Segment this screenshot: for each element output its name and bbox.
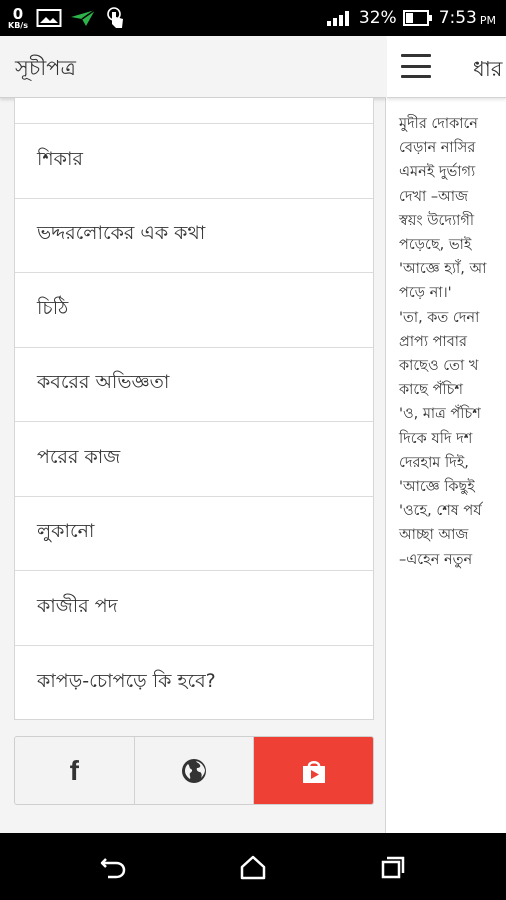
facebook-button[interactable]: f [15,737,135,804]
drawer-header: সূচীপত্র [0,36,386,98]
reader-line: বেড়ান নাসির [399,140,476,157]
reader-line: –এহেন নতুন [399,551,473,568]
recents-button[interactable] [377,851,409,883]
reader-line: দিকে যদি দশ [399,430,473,447]
reader-line: কাছে পঁচিশ [399,382,463,399]
reader-toolbar: ধার [387,36,506,98]
clock-time: 7:53 [438,8,477,28]
status-bar: 0 KB/s 32% 7:53 PM [0,0,506,36]
reader-line: 'আজ্ঞে হ্যাঁ, আ [399,261,487,278]
reader-line: স্বয়ং উদ্যোগী [399,212,475,229]
battery-percent: 32% [358,8,397,28]
toc-item[interactable]: কবরের অভিজ্ঞতা [15,348,373,422]
reader-line: 'ওহে, শেষ পর্য [399,503,482,520]
clock-ampm: PM [479,14,496,27]
drawer-title: সূচীপত্র [15,56,76,80]
reader-title: ধার [473,57,503,81]
touch-icon [107,7,123,28]
signal-icon [326,11,349,26]
reader-line: 'আজ্ঞে কিছুই [399,479,475,496]
image-icon [36,9,62,27]
store-button[interactable] [254,737,373,804]
home-icon [240,855,266,880]
toc-item[interactable]: শিকার [15,124,373,199]
toc-item-partial[interactable] [15,98,373,124]
facebook-icon: f [69,754,79,786]
reader-line: দেরহাম দিই, [399,454,469,471]
reader-line: প্রাপ্য পাবার [399,333,467,350]
network-speed-value: 0 [12,4,24,23]
reader-panel: ধার মুদীর দোকানে বেড়ান নাসির এমনই দুর্ভ… [387,36,506,833]
reader-line: 'তা, কত দেনা [399,309,480,326]
toc-item[interactable]: পরের কাজ [15,422,373,497]
reader-line: পড়েছে, ভাই [399,237,472,254]
globe-icon [182,758,206,783]
shopping-bag-icon [302,760,325,783]
share-bar: f [14,736,374,805]
website-button[interactable] [134,737,255,804]
back-icon [100,858,126,879]
reader-line: 'ও, মাত্র পঁচিশ [399,406,481,423]
home-button[interactable] [237,851,269,883]
menu-icon[interactable] [401,54,431,78]
reader-line: কাছেও তো খ [399,358,479,375]
reader-line: আচ্ছা আজ [399,527,469,544]
navigation-drawer: সূচীপত্র শিকার ভদ্দরলোকের এক কথা চিঠি কব… [0,36,386,833]
network-speed-unit: KB/s [8,20,28,30]
back-button[interactable] [97,851,129,883]
toc-item[interactable]: ভদ্দরলোকের এক কথা [15,199,373,273]
system-nav-bar [0,833,506,900]
toc-item[interactable]: কাজীর পদ [15,571,373,646]
toc-item[interactable]: লুকানো [15,497,373,571]
toc-item[interactable]: কাপড়-চোপড়ে কি হবে? [15,646,373,720]
reader-line: পড়ে না।' [399,285,452,302]
toc-item[interactable]: চিঠি [15,273,373,348]
recents-icon [381,856,405,879]
battery-icon [402,10,432,26]
send-icon [70,9,96,26]
network-speed: 0 KB/s [8,4,28,30]
toc-list[interactable]: শিকার ভদ্দরলোকের এক কথা চিঠি কবরের অভিজ্… [14,98,374,720]
reader-line: এমনই দুর্ভাগ্য [399,164,476,181]
reader-text: মুদীর দোকানে বেড়ান নাসির এমনই দুর্ভাগ্য… [399,112,506,572]
reader-line: মুদীর দোকানে [399,116,478,132]
reader-line: দেখা –আজ [399,188,468,205]
